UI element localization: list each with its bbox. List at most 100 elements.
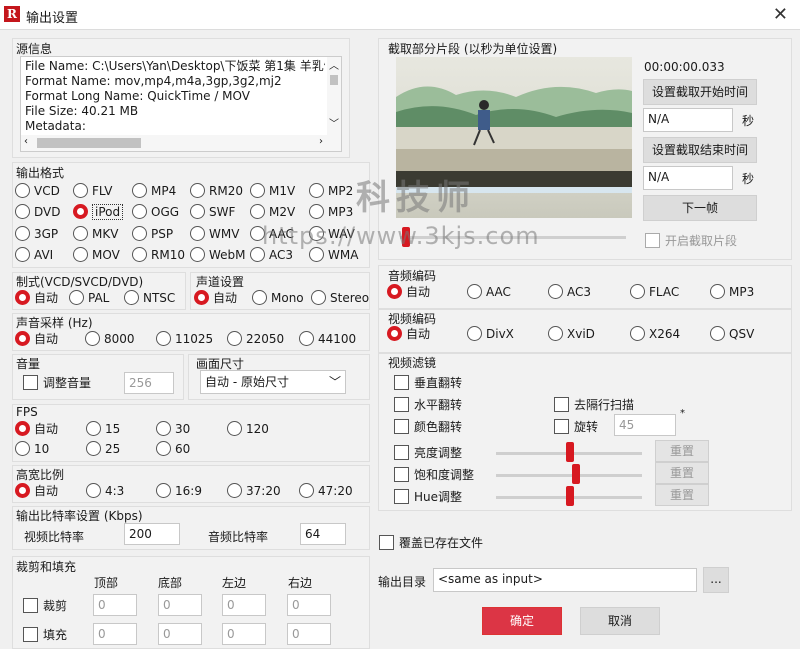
fps-option[interactable]: 30 <box>156 419 190 439</box>
hflip-checkbox[interactable]: 水平翻转 <box>394 396 462 414</box>
format-option[interactable]: M1V <box>250 181 295 201</box>
invert-checkbox[interactable]: 颜色翻转 <box>394 418 462 436</box>
samplerate-option[interactable]: 8000 <box>85 329 135 349</box>
format-option[interactable]: M2V <box>250 202 295 222</box>
format-option[interactable]: MP2 <box>309 181 353 201</box>
deinterlace-checkbox[interactable]: 去隔行扫描 <box>554 396 634 414</box>
brightness-checkbox[interactable]: 亮度调整 <box>394 444 462 462</box>
brightness-thumb[interactable] <box>566 442 574 462</box>
format-option[interactable]: WebM <box>190 245 246 265</box>
cancel-button[interactable]: 取消 <box>580 607 660 635</box>
fps-option[interactable]: 120 <box>227 419 269 439</box>
crop-checkbox[interactable]: 裁剪 <box>23 597 67 615</box>
aspect-option[interactable]: 16:9 <box>156 481 202 501</box>
format-option[interactable]: DVD <box>15 202 60 222</box>
video-codec-option[interactable]: DivX <box>467 324 514 344</box>
scroll-thumb[interactable] <box>37 138 141 148</box>
framesize-select[interactable]: 自动 - 原始尺寸 ﹀ <box>200 370 346 394</box>
aspect-option[interactable]: 自动 <box>15 481 58 501</box>
fps-option[interactable]: 10 <box>15 439 49 459</box>
pad-bottom-input[interactable]: 0 <box>158 623 202 645</box>
format-option[interactable]: MP4 <box>132 181 176 201</box>
audio-bitrate-input[interactable]: 64 <box>300 523 346 545</box>
set-start-button[interactable]: 设置截取开始时间 <box>643 79 757 105</box>
crop-bottom-input[interactable]: 0 <box>158 594 202 616</box>
pad-checkbox[interactable]: 填充 <box>23 626 67 644</box>
saturation-reset-button[interactable]: 重置 <box>655 462 709 484</box>
aspect-option[interactable]: 4:3 <box>86 481 124 501</box>
format-option[interactable]: MOV <box>73 245 120 265</box>
hue-checkbox[interactable]: Hue调整 <box>394 488 462 506</box>
set-end-button[interactable]: 设置截取结束时间 <box>643 137 757 163</box>
format-option[interactable]: SWF <box>190 202 235 222</box>
channel-option[interactable]: Mono <box>252 288 304 308</box>
samplerate-option[interactable]: 22050 <box>227 329 284 349</box>
saturation-thumb[interactable] <box>572 464 580 484</box>
hue-thumb[interactable] <box>566 486 574 506</box>
browse-button[interactable]: ... <box>703 567 729 593</box>
format-option[interactable]: RM20 <box>190 181 243 201</box>
fps-option[interactable]: 自动 <box>15 419 58 439</box>
brightness-reset-button[interactable]: 重置 <box>655 440 709 462</box>
pad-right-input[interactable]: 0 <box>287 623 331 645</box>
crop-right-input[interactable]: 0 <box>287 594 331 616</box>
format-option[interactable]: AVI <box>15 245 53 265</box>
close-icon[interactable]: ✕ <box>773 4 788 25</box>
rotate-checkbox[interactable]: 旋转 <box>554 418 598 436</box>
fps-option[interactable]: 25 <box>86 439 120 459</box>
samplerate-option[interactable]: 11025 <box>156 329 213 349</box>
audio-codec-option[interactable]: AAC <box>467 282 511 302</box>
video-codec-option[interactable]: X264 <box>630 324 680 344</box>
vflip-checkbox[interactable]: 垂直翻转 <box>394 374 462 392</box>
source-info-box[interactable]: File Name: C:\Users\Yan\Desktop\下饭菜 第1集 … <box>20 56 342 152</box>
vertical-scrollbar[interactable]: ︿ ﹀ <box>327 57 341 137</box>
volume-input[interactable]: 256 <box>124 372 174 394</box>
fps-option[interactable]: 60 <box>156 439 190 459</box>
standard-option[interactable]: 自动 <box>15 288 58 308</box>
end-time-input[interactable]: N/A <box>643 166 733 190</box>
format-option[interactable]: MKV <box>73 224 118 244</box>
fps-option[interactable]: 15 <box>86 419 120 439</box>
enable-clip-checkbox[interactable]: 开启截取片段 <box>645 232 737 250</box>
scroll-left-icon[interactable]: ‹ <box>24 136 28 147</box>
format-option[interactable]: OGG <box>132 202 179 222</box>
crop-left-input[interactable]: 0 <box>222 594 266 616</box>
scroll-right-icon[interactable]: › <box>319 136 323 147</box>
format-option[interactable]: PSP <box>132 224 173 244</box>
audio-codec-option[interactable]: FLAC <box>630 282 679 302</box>
aspect-option[interactable]: 47:20 <box>299 481 353 501</box>
format-option[interactable]: RM10 <box>132 245 185 265</box>
video-codec-option[interactable]: XviD <box>548 324 595 344</box>
video-bitrate-input[interactable]: 200 <box>124 523 180 545</box>
audio-codec-option[interactable]: 自动 <box>387 282 430 302</box>
overwrite-checkbox[interactable]: 覆盖已存在文件 <box>379 534 483 552</box>
standard-option[interactable]: NTSC <box>124 288 175 308</box>
ok-button[interactable]: 确定 <box>482 607 562 635</box>
format-option[interactable]: WMV <box>190 224 239 244</box>
audio-codec-option[interactable]: MP3 <box>710 282 754 302</box>
crop-top-input[interactable]: 0 <box>93 594 137 616</box>
samplerate-option[interactable]: 自动 <box>15 329 58 349</box>
format-option[interactable]: FLV <box>73 181 112 201</box>
output-dir-input[interactable]: <same as input> <box>433 568 697 592</box>
channel-option[interactable]: 自动 <box>194 288 237 308</box>
aspect-option[interactable]: 37:20 <box>227 481 281 501</box>
audio-codec-option[interactable]: AC3 <box>548 282 591 302</box>
scroll-up-icon[interactable]: ︿ <box>329 57 339 72</box>
format-option[interactable]: 3GP <box>15 224 58 244</box>
format-option-selected[interactable]: iPod <box>73 202 124 222</box>
pad-left-input[interactable]: 0 <box>222 623 266 645</box>
channel-option[interactable]: Stereo <box>311 288 369 308</box>
saturation-slider[interactable] <box>496 474 642 477</box>
saturation-checkbox[interactable]: 饱和度调整 <box>394 466 474 484</box>
rotate-input[interactable]: 45 <box>614 414 676 436</box>
hue-reset-button[interactable]: 重置 <box>655 484 709 506</box>
adjust-volume-checkbox[interactable]: 调整音量 <box>23 374 91 392</box>
next-frame-button[interactable]: 下一帧 <box>643 195 757 221</box>
start-time-input[interactable]: N/A <box>643 108 733 132</box>
format-option[interactable]: MP3 <box>309 202 353 222</box>
horizontal-scrollbar[interactable]: ‹ › <box>21 135 341 151</box>
samplerate-option[interactable]: 44100 <box>299 329 356 349</box>
scroll-down-icon[interactable]: ﹀ <box>329 115 339 130</box>
standard-option[interactable]: PAL <box>69 288 109 308</box>
